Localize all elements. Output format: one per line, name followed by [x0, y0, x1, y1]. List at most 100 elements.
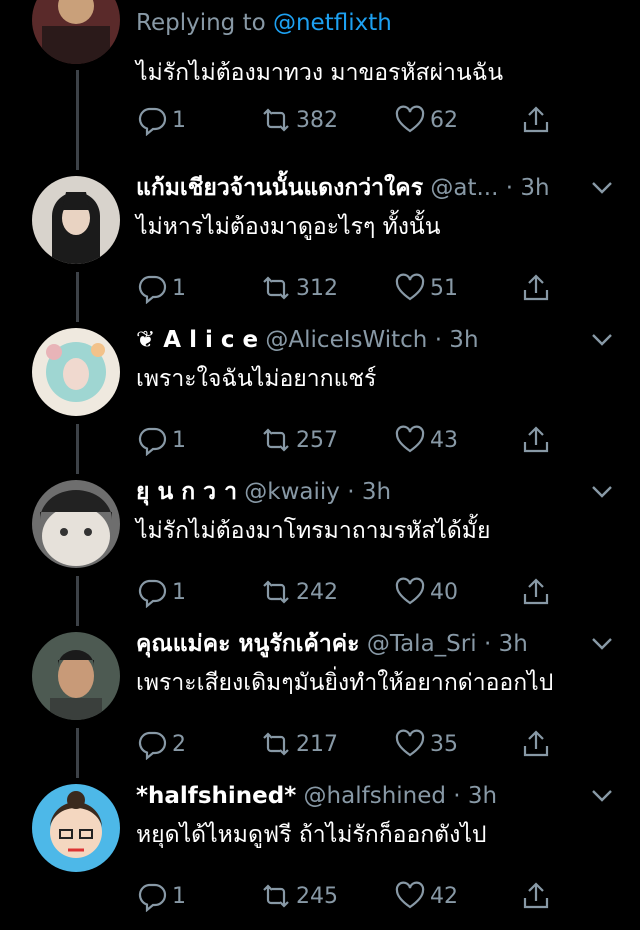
- chevron-down-icon[interactable]: [590, 482, 614, 502]
- reply-count: 1: [172, 883, 186, 909]
- retweet-button[interactable]: 382: [260, 100, 338, 140]
- like-count: 35: [430, 731, 458, 757]
- tweet[interactable]: *halfshined* @halfshined · 3h หยุดได้ไหม…: [0, 778, 640, 930]
- heart-icon: [395, 105, 425, 133]
- reply-button[interactable]: 1: [136, 876, 186, 916]
- tweet-header: ยุ น ก ว า @kwaiiy · 3h: [136, 474, 600, 510]
- retweet-button[interactable]: 242: [260, 572, 338, 612]
- like-button[interactable]: 43: [394, 420, 458, 460]
- like-button[interactable]: 40: [394, 572, 458, 612]
- heart-icon: [395, 273, 425, 301]
- display-name[interactable]: แก้มเชียวจ้านนั้นแดงกว่าใคร: [136, 175, 423, 201]
- share-icon: [523, 882, 549, 909]
- reply-button[interactable]: 1: [136, 572, 186, 612]
- like-button[interactable]: 51: [394, 268, 458, 308]
- reply-button[interactable]: 2: [136, 724, 186, 764]
- retweet-icon: [263, 428, 289, 452]
- share-icon: [523, 578, 549, 605]
- like-count: 40: [430, 579, 458, 605]
- tweet-header: แก้มเชียวจ้านนั้นแดงกว่าใคร @at... · 3h: [136, 170, 600, 206]
- tweet-text: ไม่รักไม่ต้องมาทวง มาขอรหัสผ่านฉัน: [136, 60, 504, 86]
- like-count: 62: [430, 107, 458, 133]
- share-button[interactable]: [520, 724, 556, 764]
- timestamp[interactable]: · 3h: [347, 479, 391, 505]
- like-count: 51: [430, 275, 458, 301]
- retweet-icon: [263, 732, 289, 756]
- reply-icon: [138, 427, 167, 456]
- retweet-button[interactable]: 217: [260, 724, 338, 764]
- retweet-button[interactable]: 312: [260, 268, 338, 308]
- retweet-icon: [263, 108, 289, 132]
- avatar[interactable]: [32, 176, 120, 264]
- display-name[interactable]: ❦ A l i c e: [136, 327, 258, 353]
- tweet[interactable]: ❦ A l i c e @AliceIsWitch · 3h เพราะใจฉั…: [0, 322, 640, 474]
- reply-count: 1: [172, 107, 186, 133]
- retweet-count: 245: [296, 883, 338, 909]
- like-button[interactable]: 62: [394, 100, 458, 140]
- chevron-down-icon[interactable]: [590, 786, 614, 806]
- tweet[interactable]: คุณแม่คะ หนูรักเค้าค่ะ @Tala_Sri · 3h เพ…: [0, 626, 640, 778]
- tweet-first[interactable]: Replying to @netflixth ไม่รักไม่ต้องมาทว…: [0, 0, 640, 152]
- share-button[interactable]: [520, 876, 556, 916]
- tweet[interactable]: ยุ น ก ว า @kwaiiy · 3h ไม่รักไม่ต้องมาโ…: [0, 474, 640, 626]
- retweet-count: 242: [296, 579, 338, 605]
- user-handle[interactable]: @at...: [430, 175, 498, 201]
- replying-handle-link[interactable]: @netflixth: [273, 10, 392, 36]
- retweet-count: 382: [296, 107, 338, 133]
- display-name[interactable]: ยุ น ก ว า: [136, 479, 237, 505]
- avatar[interactable]: [32, 480, 120, 568]
- retweet-count: 312: [296, 275, 338, 301]
- tweet-text: เพราะใจฉันไม่อยากแชร์: [136, 366, 377, 392]
- avatar[interactable]: [32, 328, 120, 416]
- reply-count: 1: [172, 427, 186, 453]
- tweet-header: ❦ A l i c e @AliceIsWitch · 3h: [136, 322, 600, 358]
- chevron-down-icon[interactable]: [590, 330, 614, 350]
- avatar[interactable]: [32, 632, 120, 720]
- reply-button[interactable]: 1: [136, 268, 186, 308]
- retweet-count: 217: [296, 731, 338, 757]
- chevron-down-icon[interactable]: [590, 178, 614, 198]
- retweet-button[interactable]: 245: [260, 876, 338, 916]
- user-handle[interactable]: @AliceIsWitch: [265, 327, 427, 353]
- like-button[interactable]: 35: [394, 724, 458, 764]
- replying-prefix: Replying to: [136, 10, 266, 36]
- tweet-text: หยุดได้ไหมดูฟรี ถ้าไม่รักก็ออกตังไป: [136, 822, 487, 848]
- reply-icon: [138, 883, 167, 912]
- tweet-text: เพราะเสียงเดิมๆมันยิ่งทำให้อยากด่าออกไป: [136, 670, 554, 696]
- retweet-count: 257: [296, 427, 338, 453]
- share-icon: [523, 274, 549, 301]
- reply-button[interactable]: 1: [136, 420, 186, 460]
- user-handle[interactable]: @Tala_Sri: [367, 631, 477, 657]
- tweet-header: *halfshined* @halfshined · 3h: [136, 778, 600, 814]
- heart-icon: [395, 577, 425, 605]
- timestamp[interactable]: · 3h: [453, 783, 497, 809]
- chevron-down-icon[interactable]: [590, 634, 614, 654]
- tweet[interactable]: แก้มเชียวจ้านนั้นแดงกว่าใคร @at... · 3h …: [0, 170, 640, 322]
- timestamp[interactable]: · 3h: [484, 631, 528, 657]
- share-button[interactable]: [520, 572, 556, 612]
- timestamp[interactable]: · 3h: [435, 327, 479, 353]
- display-name[interactable]: คุณแม่คะ หนูรักเค้าค่ะ: [136, 631, 360, 657]
- avatar[interactable]: [32, 0, 120, 64]
- reply-icon: [138, 731, 167, 760]
- share-icon: [523, 426, 549, 453]
- share-button[interactable]: [520, 420, 556, 460]
- reply-count: 1: [172, 579, 186, 605]
- reply-count: 1: [172, 275, 186, 301]
- share-button[interactable]: [520, 100, 556, 140]
- reply-button[interactable]: 1: [136, 100, 186, 140]
- timestamp[interactable]: · 3h: [506, 175, 550, 201]
- display-name[interactable]: *halfshined*: [136, 783, 296, 809]
- reply-icon: [138, 275, 167, 304]
- retweet-icon: [263, 276, 289, 300]
- tweet-text: ไม่รักไม่ต้องมาโทรมาถามรหัสได้มั้ย: [136, 518, 491, 544]
- reply-icon: [138, 107, 167, 136]
- like-button[interactable]: 42: [394, 876, 458, 916]
- share-icon: [523, 730, 549, 757]
- like-count: 42: [430, 883, 458, 909]
- user-handle[interactable]: @halfshined: [304, 783, 446, 809]
- retweet-button[interactable]: 257: [260, 420, 338, 460]
- share-button[interactable]: [520, 268, 556, 308]
- avatar[interactable]: [32, 784, 120, 872]
- user-handle[interactable]: @kwaiiy: [244, 479, 340, 505]
